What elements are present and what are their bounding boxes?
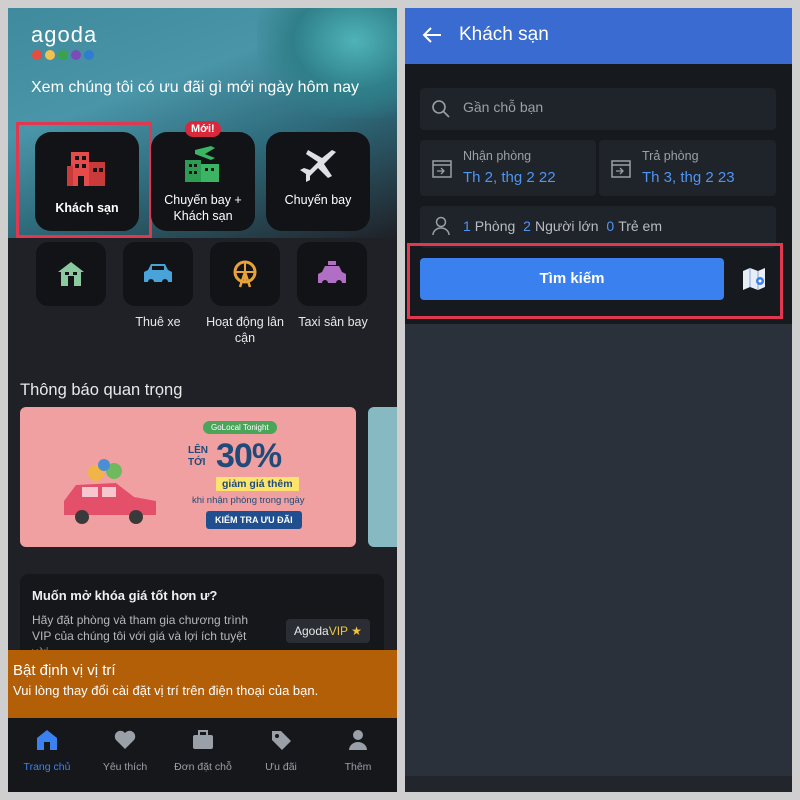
golocal-badge: GoLocal Tonight <box>203 421 277 434</box>
guests-summary: 1 Phòng 2 Người lớn 0 Trẻ em <box>463 218 662 234</box>
flight-hotel-icon <box>185 146 219 182</box>
rooms-label: Phòng <box>474 218 516 234</box>
calendar-in-icon <box>432 160 452 178</box>
promo-banner[interactable]: GoLocal Tonight LÊN TỚI 30% giảm giá thê… <box>20 407 356 547</box>
taxi-icon <box>318 261 346 286</box>
checkout-label: Trả phòng <box>642 149 699 163</box>
checkout-field[interactable]: Trả phòng Th 3, thg 2 23 <box>599 140 776 196</box>
home-screen: agoda Xem chúng tôi có ưu đãi gì mới ngà… <box>8 8 397 792</box>
airplane-icon <box>300 150 336 182</box>
promo-banner-next[interactable] <box>368 407 397 547</box>
nav-more[interactable]: Thêm <box>319 718 397 792</box>
hotel-icon <box>67 152 105 186</box>
car-icon <box>144 264 172 285</box>
car-rental-tile[interactable] <box>123 242 193 306</box>
briefcase-icon <box>193 730 213 749</box>
promo-percent: 30% <box>216 437 282 475</box>
check-deal-button[interactable]: KIỂM TRA ƯU ĐÃI <box>206 511 302 529</box>
children-count: 0 <box>606 218 615 234</box>
promo-discount: giảm giá thêm <box>216 477 299 491</box>
vip-title: Muốn mở khóa giá tốt hơn ư? <box>32 588 218 603</box>
logo-dots <box>32 50 94 60</box>
vip-btn-prefix: Agoda <box>294 624 329 638</box>
checkin-label: Nhận phòng <box>463 149 532 163</box>
vip-btn-vip: VIP <box>328 624 348 638</box>
nav-bookings[interactable]: Đơn đặt chỗ <box>164 718 242 792</box>
hotel-search-screen: Khách sạn Gần chỗ bạn Nhận phòng Th 2, t… <box>405 8 792 792</box>
home-tile[interactable] <box>36 242 106 306</box>
nav-favorites[interactable]: Yêu thích <box>86 718 164 792</box>
nav-home-label: Trang chủ <box>23 761 71 773</box>
ferris-wheel-icon <box>233 260 257 288</box>
nav-deals-label: Ưu đãi <box>265 761 297 773</box>
tag-icon <box>272 731 291 750</box>
house-icon <box>58 262 84 286</box>
flight-tile[interactable]: Chuyến bay <box>266 132 370 231</box>
home-icon <box>37 730 57 750</box>
nav-more-label: Thêm <box>344 761 372 773</box>
search-icon <box>432 100 450 118</box>
nav-deals[interactable]: Ưu đãi <box>242 718 320 792</box>
back-arrow-icon[interactable] <box>421 24 443 46</box>
rooms-count: 1 <box>463 218 471 234</box>
search-button-highlight <box>407 243 783 319</box>
person-icon <box>349 730 367 750</box>
announcements-title: Thông báo quan trọng <box>20 381 183 399</box>
airport-taxi-label: Taxi sân bay <box>298 315 368 329</box>
location-title: Bật định vị vị trí <box>13 662 116 679</box>
car-rental-label: Thuê xe <box>135 315 181 329</box>
flight-hotel-tile-label: Chuyến bay + Khách sạn <box>164 193 242 223</box>
activities-tile[interactable] <box>210 242 280 306</box>
location-description: Vui lòng thay đổi cài đặt vị trí trên đi… <box>13 683 319 698</box>
destination-placeholder: Gần chỗ bạn <box>463 99 544 115</box>
checkin-field[interactable]: Nhận phòng Th 2, thg 2 22 <box>420 140 596 196</box>
activities-label: Hoạt động lân cận <box>206 315 284 345</box>
promo-prefix: LÊN TỚI <box>188 445 208 468</box>
star-icon: ★ <box>351 624 362 638</box>
bottom-nav: Trang chủ Yêu thích Đơn đặt chỗ Ưu đãi T… <box>8 718 397 792</box>
person-icon <box>432 216 450 236</box>
adults-label: Người lớn <box>534 218 599 234</box>
flight-hotel-tile[interactable]: Chuyến bay + Khách sạn <box>151 132 255 231</box>
destination-field[interactable]: Gần chỗ bạn <box>420 88 776 130</box>
nav-favorites-label: Yêu thích <box>102 761 148 773</box>
heart-icon <box>114 730 136 749</box>
agoda-logo: agoda <box>31 22 98 47</box>
nav-bookings-label: Đơn đặt chỗ <box>174 761 232 773</box>
flight-tile-label: Chuyến bay <box>284 193 352 207</box>
hotel-tile-label: Khách sạn <box>55 201 119 215</box>
new-badge: Mới! <box>185 121 221 137</box>
location-banner[interactable]: Bật định vị vị trí Vui lòng thay đổi cài… <box>8 650 397 718</box>
calendar-out-icon <box>611 160 631 178</box>
children-label: Trẻ em <box>618 218 663 234</box>
page-title: Khách sạn <box>459 24 549 45</box>
airport-taxi-tile[interactable] <box>297 242 367 306</box>
nav-bar-strip <box>405 776 792 792</box>
tagline: Xem chúng tôi có ưu đãi gì mới ngày hôm … <box>31 79 360 96</box>
promo-condition: khi nhận phòng trong ngày <box>192 495 305 506</box>
car-illustration <box>64 459 156 524</box>
agoda-vip-button[interactable]: AgodaVIP ★ <box>286 619 370 643</box>
adults-count: 2 <box>523 218 531 234</box>
top-bar: Khách sạn <box>405 8 792 64</box>
hotel-tile[interactable]: Khách sạn <box>35 132 139 231</box>
checkin-value: Th 2, thg 2 22 <box>463 169 556 186</box>
checkout-value: Th 3, thg 2 23 <box>642 169 735 186</box>
nav-home[interactable]: Trang chủ <box>8 718 86 792</box>
